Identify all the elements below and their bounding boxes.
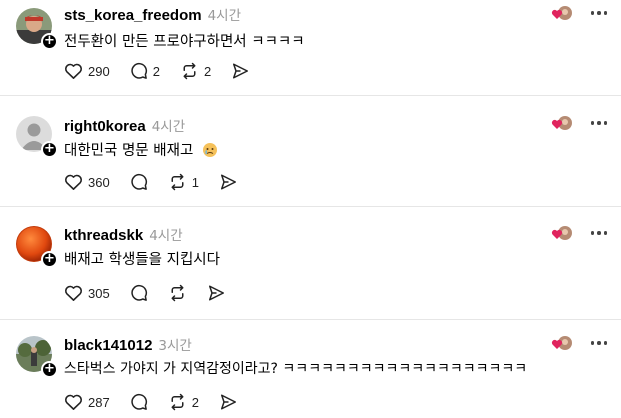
repost-count: 2 (191, 394, 199, 410)
more-options-icon[interactable] (590, 121, 607, 125)
liked-by-avatar-badge (551, 225, 573, 241)
like-count: 287 (88, 394, 110, 410)
repost-icon (171, 173, 184, 191)
thread-post: + sts_korea_freedom 4시간 전두환이 만든 프로야구하면서 … (0, 0, 621, 96)
more-options-icon[interactable] (590, 11, 607, 15)
comment-icon (131, 284, 147, 301)
heart-icon (65, 394, 82, 410)
more-options-icon[interactable] (590, 231, 607, 235)
like-button[interactable]: 287 (64, 393, 110, 411)
thread-post: + right0korea 4시간 대한민국 명문 배재고 360 1 (0, 96, 621, 206)
username[interactable]: kthreadskk (64, 227, 143, 244)
repost-icon (171, 284, 184, 302)
comment-icon (131, 173, 147, 190)
username[interactable]: right0korea (64, 118, 146, 135)
avatar[interactable]: + (16, 116, 58, 158)
comment-button[interactable] (130, 393, 148, 411)
repost-icon (183, 62, 196, 80)
repost-button[interactable]: 2 (168, 393, 199, 411)
heart-avatar-icon (551, 226, 572, 240)
share-button[interactable] (219, 173, 238, 191)
follow-plus-icon[interactable]: + (41, 361, 58, 378)
comment-button[interactable] (130, 173, 148, 191)
repost-button[interactable]: 2 (180, 62, 211, 80)
liked-by-avatar-badge (551, 335, 573, 351)
comment-icon (131, 62, 147, 79)
avatar[interactable]: + (16, 336, 58, 378)
comment-icon (131, 393, 147, 410)
crying-face-emoji-icon (202, 142, 218, 162)
repost-icon (171, 393, 184, 411)
heart-avatar-icon (551, 116, 572, 130)
post-time[interactable]: 4시간 (149, 224, 182, 244)
like-button[interactable]: 290 (64, 62, 110, 80)
more-options-icon[interactable] (590, 341, 607, 345)
avatar[interactable]: + (16, 226, 58, 268)
comment-button[interactable]: 2 (130, 62, 160, 80)
thread-post: + black141012 3시간 스타벅스 가야지 가 지역감정이라고? ㅋㅋ… (0, 320, 621, 418)
share-icon (220, 394, 236, 410)
share-button[interactable] (219, 393, 238, 411)
like-count: 290 (88, 63, 110, 79)
like-button[interactable]: 360 (64, 173, 110, 191)
comment-button[interactable] (130, 284, 148, 302)
share-icon (208, 285, 224, 301)
thread-post: + kthreadskk 4시간 배재고 학생들을 지킵시다 305 (0, 207, 621, 319)
avatar[interactable]: + (16, 8, 58, 50)
repost-button[interactable] (168, 284, 187, 302)
share-icon (233, 63, 249, 79)
post-text: 스타벅스 가야지 가 지역감정이라고? ㅋㅋㅋㅋㅋㅋㅋㅋㅋㅋㅋㅋㅋㅋㅋㅋㅋㅋㅋ (64, 361, 528, 377)
heart-icon (65, 63, 82, 79)
liked-by-avatar-badge (551, 5, 573, 21)
like-button[interactable]: 305 (64, 284, 110, 302)
like-count: 305 (88, 285, 110, 301)
share-button[interactable] (207, 284, 226, 302)
liked-by-avatar-badge (551, 115, 573, 131)
post-time[interactable]: 4시간 (208, 4, 241, 24)
post-text-content: 대한민국 명문 배재고 (64, 143, 194, 159)
post-text: 배재고 학생들을 지킵시다 (64, 252, 220, 268)
comment-count: 2 (152, 63, 160, 79)
like-count: 360 (88, 174, 110, 190)
heart-icon (65, 285, 82, 301)
repost-button[interactable]: 1 (168, 173, 199, 191)
follow-plus-icon[interactable]: + (41, 251, 58, 268)
post-time[interactable]: 4시간 (152, 115, 185, 135)
share-icon (220, 174, 236, 190)
repost-count: 2 (203, 63, 212, 79)
heart-avatar-icon (551, 6, 572, 20)
post-text: 전두환이 만든 프로야구하면서 ㅋㅋㅋㅋ (64, 34, 305, 50)
share-button[interactable] (231, 62, 250, 80)
post-text: 대한민국 명문 배재고 (64, 139, 218, 162)
follow-plus-icon[interactable]: + (41, 33, 58, 50)
username[interactable]: sts_korea_freedom (64, 7, 202, 24)
follow-plus-icon[interactable]: + (41, 141, 58, 158)
heart-icon (65, 174, 82, 190)
repost-count: 1 (191, 174, 199, 190)
heart-avatar-icon (551, 336, 572, 350)
post-time[interactable]: 3시간 (158, 334, 191, 354)
username[interactable]: black141012 (64, 337, 152, 354)
